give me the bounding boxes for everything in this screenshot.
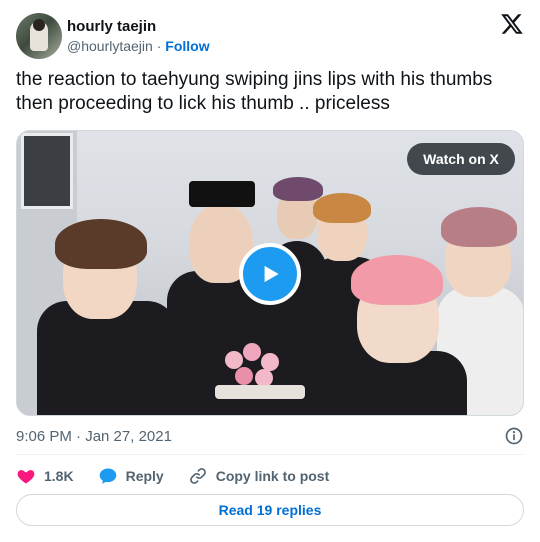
play-button[interactable] <box>239 243 301 305</box>
heart-icon <box>17 470 35 484</box>
x-logo-icon[interactable] <box>500 12 524 36</box>
tweet-text: the reaction to taehyung swiping jins li… <box>16 69 493 114</box>
watch-on-x-button[interactable]: Watch on X <box>407 143 515 175</box>
handle-separator: · <box>156 38 162 54</box>
like-button[interactable]: 1.8K <box>16 466 74 486</box>
copy-link-label: Copy link to post <box>215 468 330 484</box>
author-handle[interactable]: @hourlytaejin <box>67 38 153 54</box>
author-display-name[interactable]: hourly taejin <box>67 17 210 37</box>
action-bar: 1.8K Reply Copy link to post <box>16 464 353 488</box>
info-icon[interactable] <box>504 426 524 446</box>
video-media[interactable]: Watch on X <box>16 130 524 416</box>
play-icon <box>264 265 279 283</box>
author-info: hourly taejin @hourlytaejin · Follow <box>67 17 210 55</box>
timestamp[interactable]: 9:06 PM · Jan 27, 2021 <box>16 428 172 445</box>
link-icon <box>189 468 206 484</box>
follow-link[interactable]: Follow <box>165 38 209 54</box>
background-window <box>21 133 73 209</box>
flower-bouquet <box>215 331 305 401</box>
tweet-card: hourly taejin @hourlytaejin · Follow the… <box>0 0 540 542</box>
reply-button[interactable]: Reply <box>98 466 164 486</box>
like-count: 1.8K <box>44 468 74 484</box>
avatar[interactable] <box>16 13 62 59</box>
reply-bubble-icon <box>99 468 116 484</box>
copy-link-button[interactable]: Copy link to post <box>188 466 330 486</box>
divider <box>16 454 524 455</box>
read-replies-button[interactable]: Read 19 replies <box>16 494 524 526</box>
tweet-header: hourly taejin @hourlytaejin · Follow <box>16 12 524 60</box>
reply-label: Reply <box>125 468 164 484</box>
timestamp-row: 9:06 PM · Jan 27, 2021 <box>16 426 524 446</box>
author-handle-row: @hourlytaejin · Follow <box>67 37 210 55</box>
